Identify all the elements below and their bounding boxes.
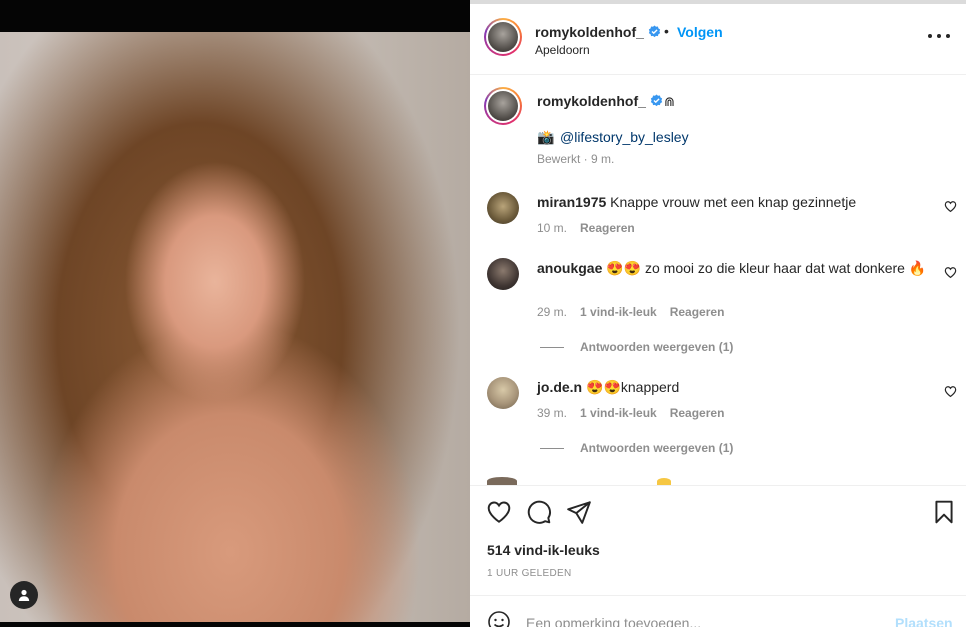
- comment-avatar[interactable]: [487, 192, 519, 224]
- caption-avatar[interactable]: [484, 87, 522, 125]
- likes-count[interactable]: 514 vind-ik-leuks: [487, 542, 600, 558]
- comment-meta: 10 m. Reageren: [537, 221, 635, 235]
- comment-text: anoukgae 😍😍 zo mooi zo die kleur haar da…: [537, 260, 927, 276]
- user-tag-button[interactable]: [10, 581, 38, 609]
- comment-meta: 29 m. 1 vind-ik-leuk Reageren: [537, 305, 725, 319]
- post-image[interactable]: [0, 32, 470, 622]
- comment-meta: 39 m. 1 vind-ik-leuk Reageren: [537, 406, 725, 420]
- comment-likes[interactable]: 1 vind-ik-leuk: [580, 305, 657, 319]
- caption-meta: Bewerkt · 9 m.: [537, 152, 615, 166]
- view-replies-button[interactable]: Antwoorden weergeven (1): [540, 340, 733, 354]
- post-actions: 514 vind-ik-leuks 1 UUR GELEDEN: [470, 485, 966, 595]
- comment-input[interactable]: [526, 615, 886, 627]
- author-avatar[interactable]: [484, 18, 522, 56]
- comment-username[interactable]: miran1975: [537, 194, 606, 210]
- comment-icon[interactable]: [526, 499, 552, 525]
- comment-likes[interactable]: 1 vind-ik-leuk: [580, 406, 657, 420]
- post-details-panel: romykoldenhof_ • Volgen Apeldoorn romyko…: [470, 0, 966, 627]
- photo-letterbox-bottom: [0, 622, 470, 627]
- reply-button[interactable]: Reageren: [580, 221, 635, 235]
- photo-letterbox-top: [0, 0, 470, 32]
- verified-badge-icon: [648, 25, 660, 38]
- comment-text: miran1975 Knappe vrouw met een knap gezi…: [537, 194, 857, 210]
- verified-badge-icon: [650, 94, 662, 107]
- post-header: romykoldenhof_ • Volgen Apeldoorn: [470, 4, 966, 75]
- follow-button[interactable]: Volgen: [677, 24, 723, 40]
- more-options-icon[interactable]: [928, 28, 950, 44]
- emoji-icon[interactable]: [487, 610, 511, 627]
- post-comment-button[interactable]: Plaatsen: [895, 615, 953, 627]
- comment-avatar-cutoff: [487, 477, 517, 485]
- bookmark-icon[interactable]: [931, 499, 957, 525]
- comment-username[interactable]: anoukgae: [537, 260, 602, 276]
- camera-emoji: 📸: [537, 129, 555, 145]
- caption-glyph: ⋒: [664, 94, 675, 109]
- post-photo-area: [0, 0, 470, 627]
- reply-button[interactable]: Reageren: [670, 406, 725, 420]
- comment-username[interactable]: jo.de.n: [537, 379, 582, 395]
- post-location[interactable]: Apeldoorn: [535, 43, 590, 57]
- caption-username[interactable]: romykoldenhof_: [537, 93, 663, 109]
- heart-icon[interactable]: [944, 385, 957, 398]
- header-separator: •: [664, 23, 669, 39]
- heart-icon[interactable]: [486, 499, 512, 525]
- author-username[interactable]: romykoldenhof_: [535, 24, 661, 40]
- view-replies-button[interactable]: Antwoorden weergeven (1): [540, 441, 733, 455]
- user-tag-icon: [18, 589, 30, 601]
- add-comment-bar: Plaatsen: [470, 595, 966, 627]
- emoji-cutoff: [657, 478, 671, 485]
- heart-icon[interactable]: [944, 200, 957, 213]
- reply-button[interactable]: Reageren: [670, 305, 725, 319]
- caption-mention-link[interactable]: @lifestory_by_lesley: [560, 129, 689, 145]
- comment-text: jo.de.n 😍😍knapperd: [537, 379, 680, 395]
- comment-avatar[interactable]: [487, 377, 519, 409]
- comment-avatar[interactable]: [487, 258, 519, 290]
- post-timestamp: 1 UUR GELEDEN: [487, 568, 572, 579]
- heart-icon[interactable]: [944, 266, 957, 279]
- share-icon[interactable]: [566, 499, 592, 525]
